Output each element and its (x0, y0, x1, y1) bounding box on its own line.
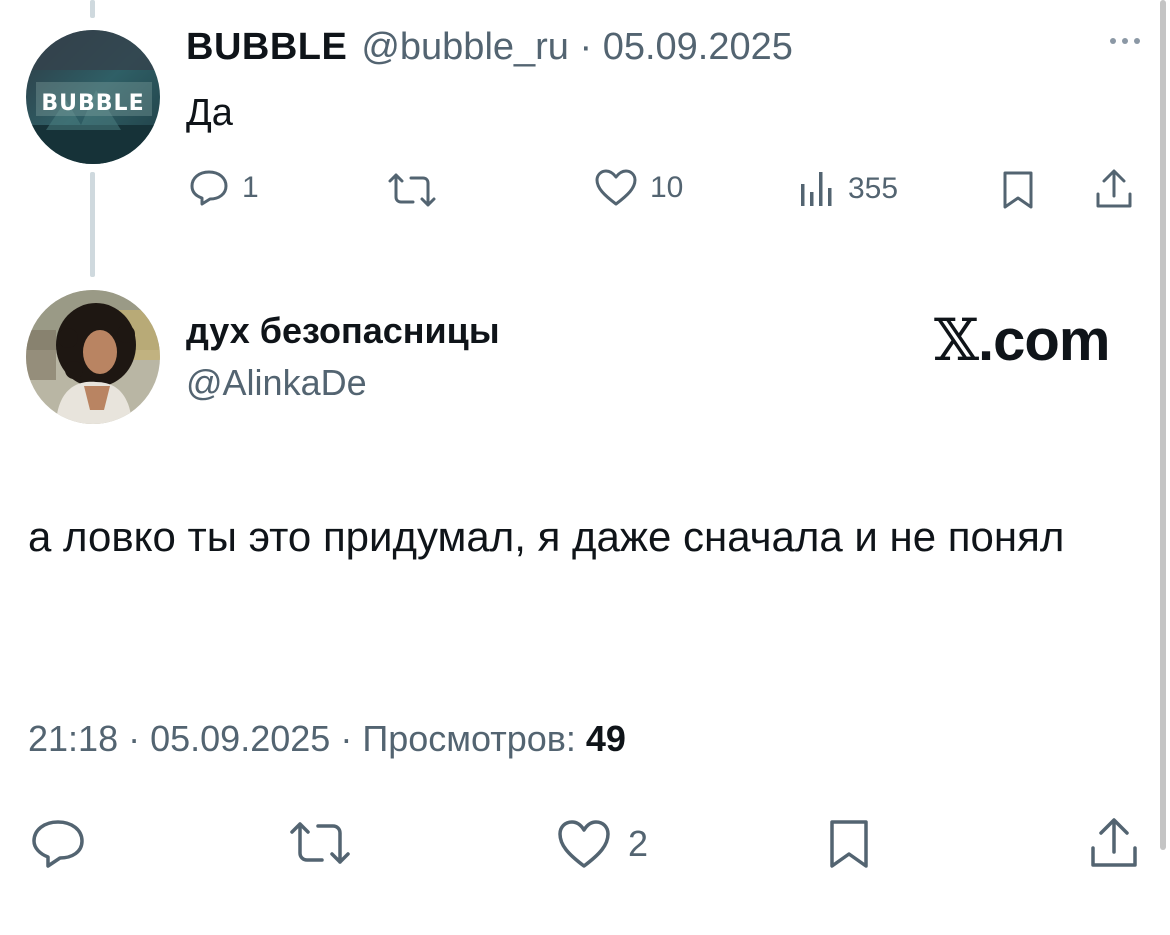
views-label: Просмотров: (362, 718, 576, 759)
tweet-date: 05.09.2025 (602, 26, 793, 68)
thread-line (90, 172, 95, 277)
tweet-text: Да (186, 92, 233, 134)
tweet-text: а ловко ты это придумал, я даже сначала … (28, 513, 1065, 560)
avatar[interactable]: BUBBLE (26, 30, 160, 164)
scrollbar[interactable] (1160, 0, 1166, 850)
bookmark-button[interactable] (826, 818, 872, 870)
reply-icon (32, 820, 84, 868)
share-button[interactable] (1094, 168, 1134, 210)
tweet-date[interactable]: 05.09.2025 (150, 718, 330, 759)
like-icon (595, 169, 637, 206)
more-options-icon[interactable] (1110, 38, 1140, 44)
reply-count: 1 (242, 171, 259, 204)
views-icon (801, 172, 832, 206)
tweet-meta: 21:18 · 05.09.2025 · Просмотров: 49 (28, 718, 626, 759)
retweet-icon (290, 822, 350, 864)
share-icon (1096, 169, 1132, 208)
x-logo: 𝕏.com (934, 306, 1110, 374)
like-count: 2 (628, 823, 649, 864)
like-button[interactable]: 2 (556, 818, 648, 870)
retweet-button[interactable] (386, 172, 438, 208)
reply-button[interactable]: 1 (188, 168, 259, 208)
avatar[interactable] (26, 290, 160, 424)
bookmark-button[interactable] (1000, 170, 1036, 210)
x-glyph: 𝕏 (934, 306, 979, 374)
reply-button[interactable] (30, 818, 86, 870)
thread-line-top (90, 0, 95, 18)
like-button[interactable]: 10 (594, 168, 683, 208)
author-name[interactable]: BUBBLE (186, 26, 347, 69)
author-handle[interactable]: @bubble_ru · 05.09.2025 (361, 26, 793, 69)
parent-tweet-header: BUBBLE @bubble_ru · 05.09.2025 (186, 26, 793, 69)
brand-suffix: .com (978, 308, 1110, 373)
retweet-icon (388, 173, 436, 207)
author-handle[interactable]: @AlinkaDe (186, 362, 367, 404)
views-count: 355 (848, 172, 899, 205)
like-icon (558, 820, 610, 868)
share-button[interactable] (1088, 816, 1140, 870)
reply-icon (190, 170, 228, 206)
separator: · (579, 26, 593, 68)
avatar-logo-text: BUBBLE (41, 91, 144, 116)
retweet-button[interactable] (288, 820, 352, 866)
share-icon (1091, 818, 1137, 867)
like-count: 10 (650, 171, 684, 204)
tweet-time[interactable]: 21:18 (28, 718, 118, 759)
views-count[interactable]: 49 (586, 718, 626, 759)
author-name[interactable]: дух безопасницы (186, 310, 500, 352)
views-button[interactable]: 355 (798, 170, 898, 208)
bookmark-icon (1003, 171, 1033, 209)
bookmark-icon (830, 820, 868, 868)
